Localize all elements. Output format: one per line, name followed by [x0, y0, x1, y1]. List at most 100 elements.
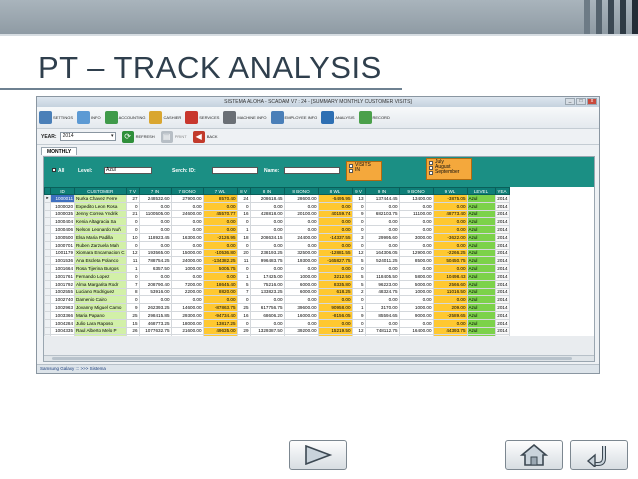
table-cell[interactable]: 193565.00 [138, 248, 172, 258]
table-cell[interactable]: 0.00 [283, 225, 319, 234]
table-cell[interactable]: 0.00 [364, 217, 400, 227]
table-row[interactable]: 1000500 Elsa Maria Padilla 10 118923.45 1630… [44, 232, 510, 242]
table-cell[interactable]: 2014 [494, 256, 510, 266]
table-cell[interactable]: 0.00 [170, 295, 204, 305]
table-cell[interactable]: 21 [125, 209, 140, 219]
table-cell[interactable]: 0.00 [398, 318, 434, 328]
in-option[interactable]: IN [349, 168, 379, 173]
column-header[interactable]: 8 IN [249, 187, 285, 195]
table-cell[interactable]: 25 [236, 303, 251, 312]
table-cell[interactable]: -87863.75 [202, 303, 238, 312]
table-row[interactable]: ▸ 1000011 Nurka Chavez Ferre 27 248532.60 279… [44, 194, 510, 203]
table-cell[interactable]: 29300.00 [170, 310, 204, 320]
table-cell[interactable]: 2014 [494, 287, 510, 297]
table-cell[interactable]: 11100.00 [398, 209, 434, 219]
table-cell[interactable]: 0 [125, 271, 140, 281]
table-cell[interactable]: -14337.55 [317, 232, 353, 242]
table-row[interactable]: 1000406 Nelson Leonardo Nuñ 0 0.00 0.00 0.00 1… [44, 225, 510, 234]
table-cell[interactable]: 468773.25 [138, 318, 172, 328]
table-cell[interactable]: 0.00 [317, 318, 353, 328]
table-cell[interactable]: 8570.40 [202, 194, 238, 203]
table-cell[interactable]: Rosa Tijerina Burgos [74, 264, 127, 273]
table-cell[interactable]: 0.00 [283, 264, 319, 273]
table-cell[interactable]: 50450.75 [432, 256, 468, 266]
toolbar-button-services[interactable]: SERVICES [185, 111, 219, 124]
table-cell[interactable]: Jenny Correa Yndrik [74, 209, 127, 219]
table-cell[interactable]: 618.25 [317, 287, 353, 297]
toolbar-button-accounting[interactable]: ACCOUNTING [104, 111, 145, 124]
table-cell[interactable]: 7 [236, 287, 251, 297]
table-cell[interactable]: 3212.50 [317, 271, 353, 281]
table-cell[interactable]: 12900.00 [398, 248, 434, 258]
table-cell[interactable]: -2266.25 [432, 248, 468, 258]
table-cell[interactable]: 1100505.00 [138, 209, 172, 219]
table-cell[interactable]: 0 [236, 240, 251, 250]
table-cell[interactable]: 0.00 [249, 217, 285, 227]
close-button[interactable]: x [587, 98, 597, 105]
table-cell[interactable]: 0.00 [249, 295, 285, 305]
table-row[interactable]: 1000035 Jenny Correa Yndrik 21 1100505.00 24… [44, 209, 510, 219]
table-cell[interactable]: Raul Alberto Melo P [74, 326, 127, 336]
table-cell[interactable]: 24000.00 [170, 256, 204, 266]
table-cell[interactable]: 0 [351, 295, 366, 305]
table-cell[interactable]: 39600.00 [283, 303, 319, 312]
table-cell[interactable]: Azul [466, 279, 496, 289]
table-cell[interactable]: 1004284 [50, 318, 75, 328]
table-cell[interactable]: Ruben Zarzuela Mah [74, 240, 127, 250]
table-cell[interactable]: 748112.75 [364, 326, 400, 336]
table-cell[interactable]: 133823.25 [249, 287, 285, 297]
table-cell[interactable]: 3000.00 [398, 232, 434, 242]
table-cell[interactable]: 11 [236, 256, 251, 266]
table-cell[interactable]: 1329387.50 [249, 326, 285, 336]
table-cell[interactable]: Azul [466, 326, 496, 336]
column-header[interactable]: 9 V [351, 187, 366, 195]
table-cell[interactable]: 524011.25 [364, 256, 400, 266]
table-cell[interactable]: Luciano Rodriguez [74, 287, 127, 297]
table-cell[interactable]: 2014 [494, 240, 510, 250]
table-cell[interactable]: 0.00 [364, 318, 400, 328]
table-row[interactable]: 1001536 Ana Escleta Polanco 11 788754.25 240… [44, 256, 510, 266]
table-cell[interactable]: 90958.00 [317, 303, 353, 312]
table-cell[interactable]: 0.00 [202, 271, 238, 281]
table-row[interactable]: 1000404 Kenia Altagracia Sa 0 0.00 0.00 0.00 0… [44, 217, 510, 227]
tab-monthly[interactable]: MONTHLY [41, 147, 78, 155]
search-id-input[interactable] [212, 167, 258, 174]
table-cell[interactable]: 1003366 [50, 310, 75, 320]
table-cell[interactable]: Azul [466, 194, 496, 203]
toolbar-button-info[interactable]: INFO [77, 111, 101, 124]
table-cell[interactable]: 0 [351, 225, 366, 234]
table-cell[interactable]: -2589.65 [432, 310, 468, 320]
table-cell[interactable]: 0.00 [202, 295, 238, 305]
table-cell[interactable]: 9 [351, 209, 366, 219]
table-cell[interactable]: 0.00 [364, 264, 400, 273]
table-cell[interactable]: 2014 [494, 318, 510, 328]
table-cell[interactable]: 0.00 [283, 217, 319, 227]
table-cell[interactable]: 0.00 [432, 201, 468, 211]
table-cell[interactable]: 0.00 [432, 318, 468, 328]
table-cell[interactable]: 0.00 [398, 201, 434, 211]
table-cell[interactable]: Damenio Cairo [74, 295, 127, 305]
table-cell[interactable]: 48773.40 [432, 209, 468, 219]
table-cell[interactable]: 137444.45 [364, 194, 400, 203]
table-cell[interactable]: 27 [125, 194, 140, 203]
table-cell[interactable]: 40159.74 [317, 209, 353, 219]
table-cell[interactable]: 1000500 [50, 232, 75, 242]
table-cell[interactable]: Azul [466, 232, 496, 242]
table-row[interactable]: 1001664 Rosa Tijerina Burgos 1 6357.50 1000.… [44, 264, 510, 273]
table-cell[interactable]: 0.00 [398, 264, 434, 273]
table-cell[interactable]: 96223.00 [364, 279, 400, 289]
table-cell[interactable]: Azul [466, 303, 496, 312]
print-button[interactable]: ▤ PRINT [160, 130, 187, 143]
table-cell[interactable]: 1 [236, 271, 251, 281]
table-cell[interactable]: -10536.80 [202, 248, 238, 258]
table-cell[interactable]: Alma Margarita Rodr [74, 279, 127, 289]
toolbar-button-settings[interactable]: SETTINGS [39, 111, 73, 124]
table-cell[interactable]: 788754.25 [138, 256, 172, 266]
table-cell[interactable]: 15000.00 [170, 248, 204, 258]
table-cell[interactable]: Azul [466, 287, 496, 297]
table-cell[interactable]: 0.00 [398, 225, 434, 234]
table-cell[interactable]: -5495.95 [317, 194, 353, 203]
table-cell[interactable]: 0.00 [170, 240, 204, 250]
column-header[interactable]: 8 WL [317, 187, 353, 195]
table-cell[interactable]: 0.00 [138, 201, 172, 211]
